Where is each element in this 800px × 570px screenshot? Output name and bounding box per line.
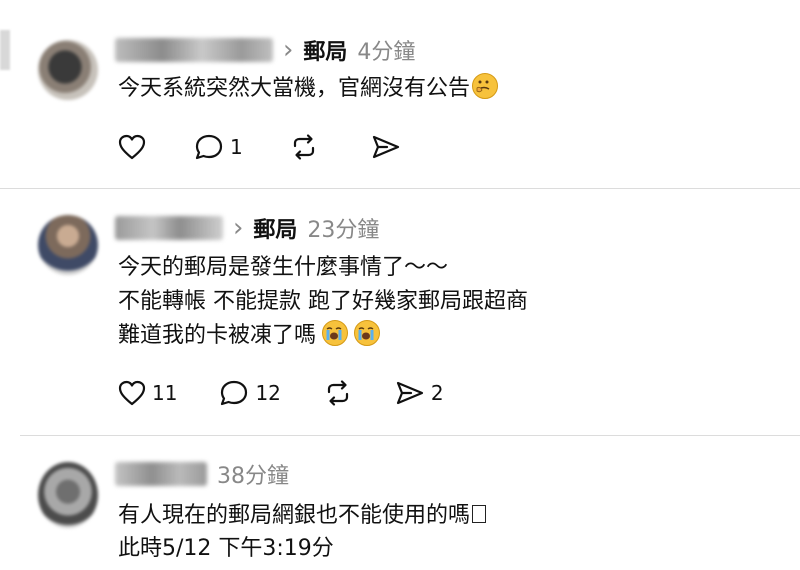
like-button[interactable]: [118, 134, 152, 160]
like-count: 11: [152, 381, 178, 405]
loudly-crying-face-emoji: [322, 320, 349, 346]
repost-arrows-icon: [293, 134, 314, 160]
chevron-right-icon: ›: [233, 213, 244, 243]
post-time: 23分鐘: [307, 218, 380, 243]
heart-icon: [118, 134, 146, 160]
post-text-line: 不能轉帳 不能提款 跑了好幾家郵局跟超商: [118, 289, 528, 314]
send-icon: [372, 135, 399, 159]
missing-glyph-box: [472, 505, 487, 523]
post-text-line: 今天系統突然大當機，官網沒有公告: [118, 73, 499, 105]
post-text-line: 難道我的卡被凍了嗎: [118, 320, 381, 352]
share-button[interactable]: [371, 134, 401, 160]
like-button[interactable]: 11: [118, 380, 177, 406]
topic-link[interactable]: 郵局: [253, 212, 297, 244]
avatar[interactable]: [38, 40, 98, 100]
share-count: 2: [430, 381, 444, 405]
post-time: 38分鐘: [217, 464, 289, 489]
post-text-line: 此時5/12 下午3:19分: [118, 536, 334, 561]
reply-count: 1: [230, 135, 243, 159]
comment-bubble-icon: [195, 134, 223, 160]
loudly-crying-face-emoji: [354, 320, 381, 346]
left-edge-blur: [0, 30, 10, 70]
reply-button[interactable]: 1: [194, 133, 243, 161]
reply-button[interactable]: 12: [219, 379, 281, 407]
repost-button[interactable]: [323, 378, 353, 408]
reply-count: 12: [255, 381, 281, 405]
post-header: › 郵局 23分鐘: [115, 212, 379, 244]
username-blurred[interactable]: [115, 38, 273, 62]
post-actions: 1: [118, 132, 401, 162]
post-time: 4分鐘: [357, 40, 416, 65]
divider: [0, 188, 800, 189]
repost-button[interactable]: [289, 132, 319, 162]
post-text-line: 有人現在的郵局網銀也不能使用的嗎: [118, 500, 487, 532]
thinking-face-emoji: [472, 73, 499, 99]
divider: [20, 435, 800, 436]
username-blurred[interactable]: [115, 462, 207, 486]
heart-icon: [118, 380, 146, 406]
repost-arrows-icon: [327, 380, 349, 406]
avatar[interactable]: [38, 462, 98, 528]
post-text-line: 今天的郵局是發生什麼事情了～～: [118, 255, 449, 280]
share-button[interactable]: 2: [395, 380, 444, 406]
post-actions: 11 12 2: [118, 378, 444, 408]
post-header: › 郵局 4分鐘: [115, 34, 415, 66]
chevron-right-icon: ›: [283, 35, 294, 65]
topic-link[interactable]: 郵局: [303, 34, 347, 66]
post-header: 38分鐘: [115, 458, 289, 490]
comment-bubble-icon: [221, 380, 248, 406]
send-icon: [396, 381, 424, 405]
username-blurred[interactable]: [115, 216, 223, 240]
avatar[interactable]: [38, 215, 98, 275]
